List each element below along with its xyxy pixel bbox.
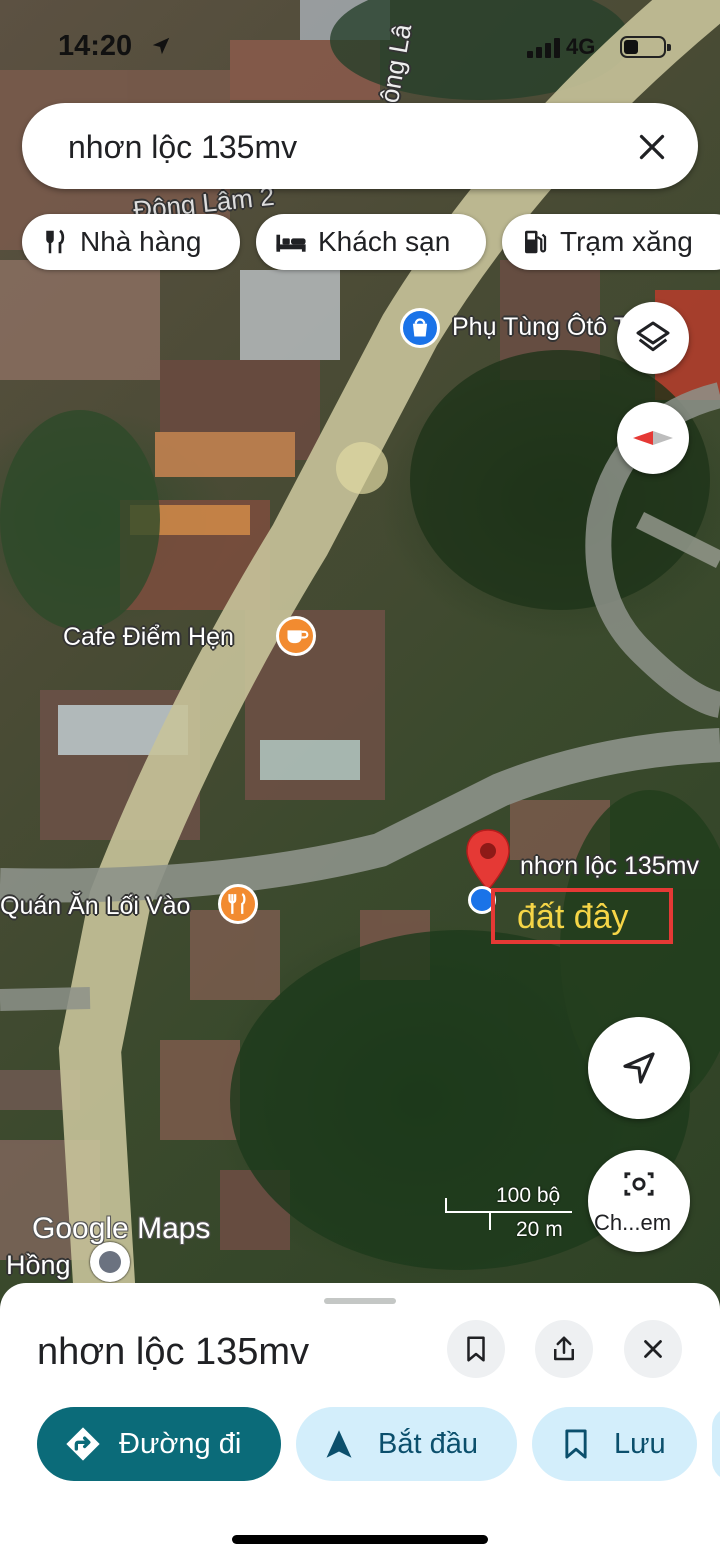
directions-button[interactable]: Đường đi (37, 1407, 281, 1481)
chip-gas-stations[interactable]: Trạm xăng (502, 214, 720, 270)
chip-label: Khách sạn (318, 226, 451, 257)
place-title: nhơn lộc 135mv (37, 1331, 310, 1373)
fuel-icon (525, 230, 547, 254)
google-maps-attribution: Google Maps (32, 1212, 211, 1245)
chip-restaurants[interactable]: Nhà hàng (22, 214, 240, 270)
save-button[interactable] (447, 1320, 505, 1378)
restaurant-icon[interactable] (218, 884, 258, 924)
share-button[interactable] (535, 1320, 593, 1378)
location-arrow-icon (152, 37, 170, 55)
signal-icon (527, 38, 560, 58)
bookmark-icon (467, 1336, 485, 1362)
directions-label: Đường đi (119, 1427, 242, 1460)
scale-metric: 20 m (516, 1218, 563, 1241)
navigation-icon (623, 1052, 655, 1084)
poi-label-restaurant[interactable]: Quán Ăn Lối Vào (0, 892, 190, 921)
fork-knife-icon (46, 229, 65, 254)
close-sheet-button[interactable] (624, 1320, 682, 1378)
bed-icon (276, 234, 306, 252)
drag-handle[interactable] (324, 1298, 396, 1304)
streetview-marker-icon[interactable] (90, 1242, 130, 1282)
battery-icon (620, 36, 671, 58)
coffee-icon[interactable] (276, 616, 316, 656)
chip-label: Nhà hàng (80, 226, 202, 257)
more-actions-peek[interactable] (712, 1407, 720, 1481)
close-icon[interactable] (634, 129, 670, 165)
search-bar[interactable]: nhơn lộc 135mv (22, 103, 698, 189)
status-time: 14:20 (58, 30, 133, 62)
chip-label: Trạm xăng (560, 226, 693, 257)
streetview-label: Ch...em (594, 1210, 672, 1235)
network-type: 4G (566, 34, 596, 59)
share-icon (554, 1336, 574, 1361)
bottom-area-label: Hồng (6, 1250, 71, 1280)
status-bar: 14:20 4G (0, 0, 720, 90)
location-pin-icon[interactable] (464, 828, 512, 894)
annotation-text: đất đây (517, 898, 629, 936)
home-indicator (232, 1535, 488, 1544)
layers-icon (636, 321, 670, 352)
start-label: Bắt đầu (378, 1427, 478, 1460)
poi-label-cafe[interactable]: Cafe Điểm Hẹn (63, 623, 234, 652)
shopping-bag-icon[interactable] (400, 308, 440, 348)
my-location-button[interactable] (588, 1017, 690, 1119)
search-query[interactable]: nhơn lộc 135mv (68, 129, 297, 166)
directions-icon (66, 1427, 100, 1461)
bookmark-icon (565, 1429, 587, 1459)
scale-imperial: 100 bộ (496, 1184, 561, 1207)
camera-icon (624, 1172, 654, 1196)
layers-button[interactable] (617, 302, 689, 374)
save-label: Lưu (614, 1427, 666, 1460)
streetview-button[interactable]: Ch...em (588, 1150, 690, 1252)
save-place-button[interactable]: Lưu (532, 1407, 697, 1481)
start-button[interactable]: Bắt đầu (296, 1407, 517, 1481)
annotation-box: đất đây (491, 888, 673, 944)
scale-bar: 100 bộ 20 m (444, 1184, 574, 1244)
close-icon (644, 1340, 662, 1358)
pin-label[interactable]: nhơn lộc 135mv (520, 852, 699, 881)
compass-icon (633, 431, 673, 445)
chip-hotels[interactable]: Khách sạn (256, 214, 486, 270)
place-sheet[interactable]: nhơn lộc 135mv Đường đi Bắt đầu Lưu (0, 1283, 720, 1559)
navigation-arrow-icon (326, 1430, 352, 1458)
compass-button[interactable] (617, 402, 689, 474)
